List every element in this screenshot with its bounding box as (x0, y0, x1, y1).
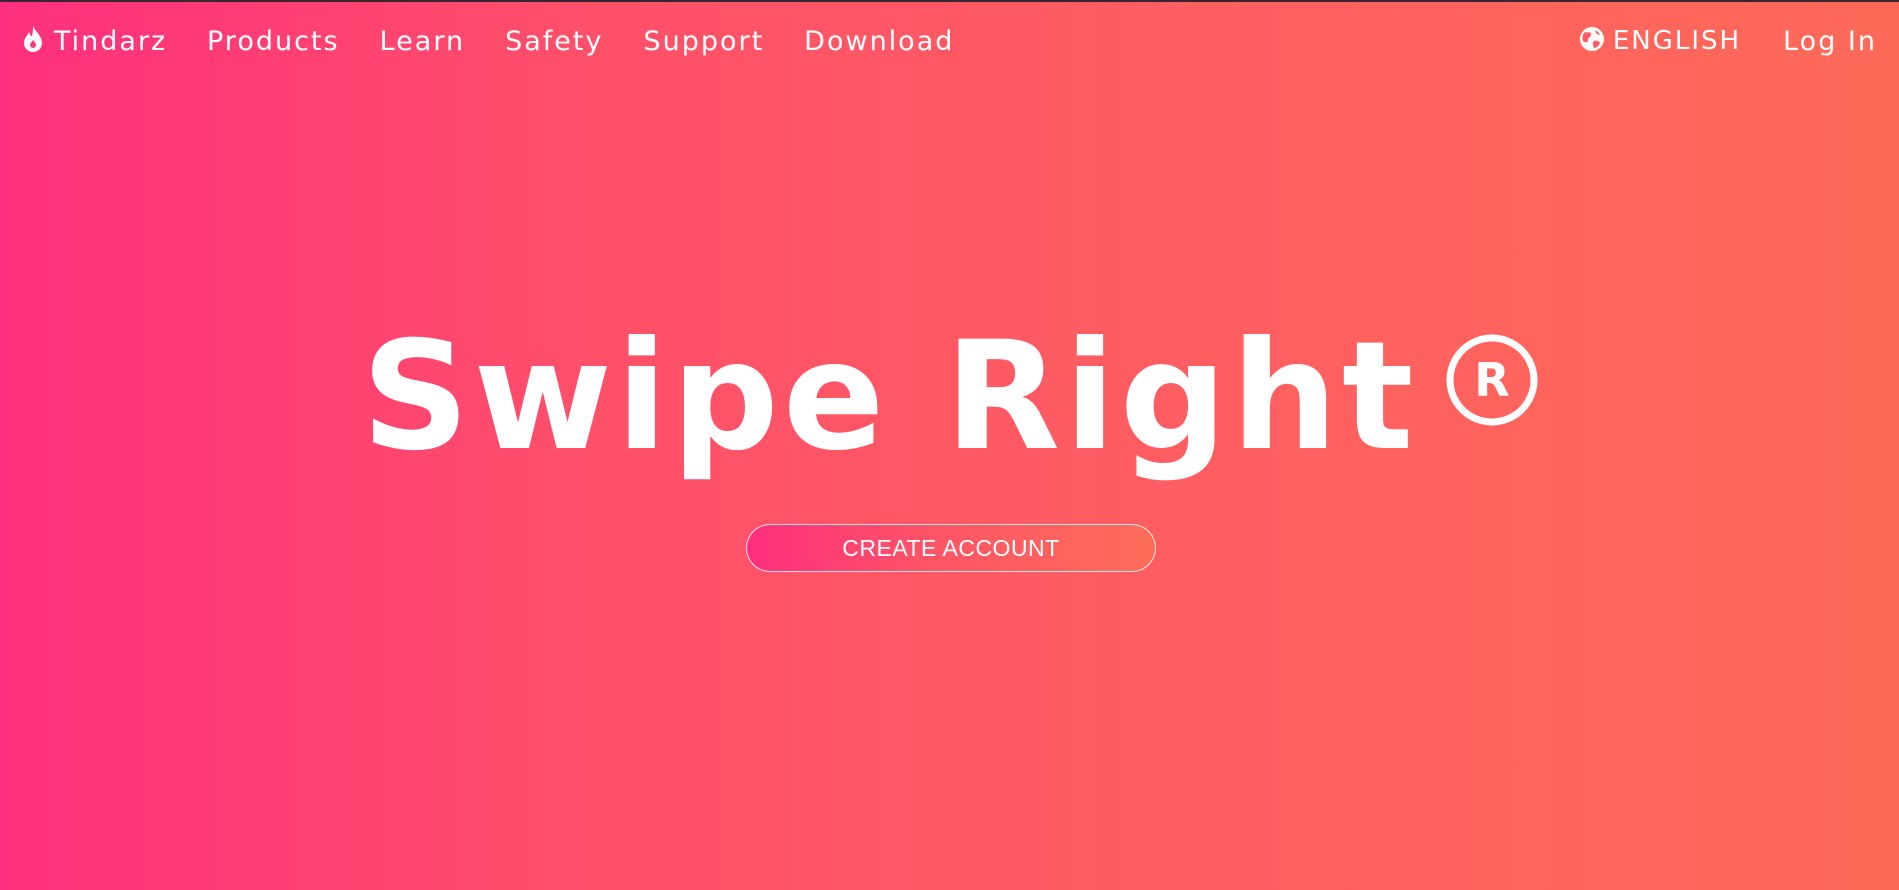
hero-heading: Swipe Right R (0, 312, 1899, 482)
nav-item-products[interactable]: Products (207, 26, 340, 57)
nav-item-safety[interactable]: Safety (505, 26, 603, 57)
landing-page: Tindarz Products Learn Safety Support Do… (0, 0, 1899, 890)
main-nav: Products Learn Safety Support Download (207, 23, 954, 59)
nav-item-support[interactable]: Support (643, 26, 764, 57)
nav-item-learn[interactable]: Learn (380, 26, 465, 57)
create-account-label: CREATE ACCOUNT (842, 534, 1060, 561)
brand-name: Tindarz (54, 25, 168, 57)
flame-icon (22, 25, 44, 57)
language-selector[interactable]: ENGLISH (1579, 26, 1741, 56)
language-label: ENGLISH (1612, 26, 1742, 56)
registered-mark-icon: R (1446, 312, 1538, 430)
hero-title: Swipe Right (361, 310, 1418, 484)
site-header: Tindarz Products Learn Safety Support Do… (0, 0, 1899, 84)
brand-logo[interactable]: Tindarz (22, 23, 167, 59)
header-actions: ENGLISH Log In (1579, 23, 1877, 59)
globe-icon (1579, 26, 1605, 56)
nav-item-download[interactable]: Download (804, 26, 954, 57)
registered-letter: R (1474, 353, 1509, 407)
create-account-button[interactable]: CREATE ACCOUNT (746, 524, 1156, 572)
login-link[interactable]: Log In (1783, 26, 1877, 57)
